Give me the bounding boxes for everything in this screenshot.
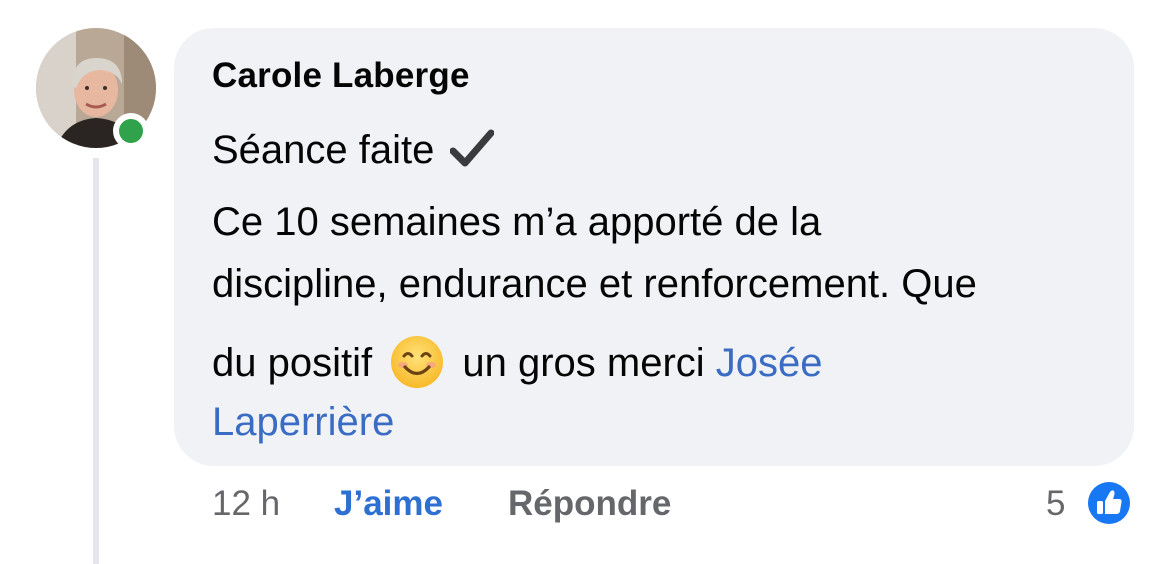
mention-link-continued[interactable]: Laperrière (212, 400, 394, 444)
online-presence-indicator (113, 113, 149, 149)
thumbs-up-icon[interactable] (1084, 478, 1134, 528)
comment-line-3: discipline, endurance et renforcement. Q… (212, 262, 977, 306)
comment-text-merci: un gros merci (462, 341, 705, 385)
mention-link[interactable]: Josée (716, 341, 823, 385)
reaction-count[interactable]: 5 (1046, 484, 1065, 524)
comment-bubble: Carole Laberge Séance faite Ce 10 semain… (174, 28, 1134, 466)
comment-text-positif: du positif (212, 341, 373, 385)
comment-line-1: Séance faite (212, 126, 1112, 174)
comment-author[interactable]: Carole Laberge (212, 56, 470, 96)
check-icon (449, 129, 494, 167)
smiling-face-emoji-icon (391, 336, 444, 388)
reply-button[interactable]: Répondre (508, 484, 671, 524)
comment-text-seance: Séance faite (212, 128, 435, 172)
comment-line-5: Laperrière (212, 398, 1112, 446)
like-button[interactable]: J’aime (334, 484, 443, 524)
comment-line-2: Ce 10 semaines m’a apporté de la (212, 200, 822, 244)
comment-line-4: du positif un gros merci Josée (212, 334, 1112, 390)
online-dot-icon (119, 119, 143, 143)
comment-actions: 12 h J’aime Répondre 5 (0, 479, 1170, 527)
comment-timestamp[interactable]: 12 h (212, 484, 280, 524)
